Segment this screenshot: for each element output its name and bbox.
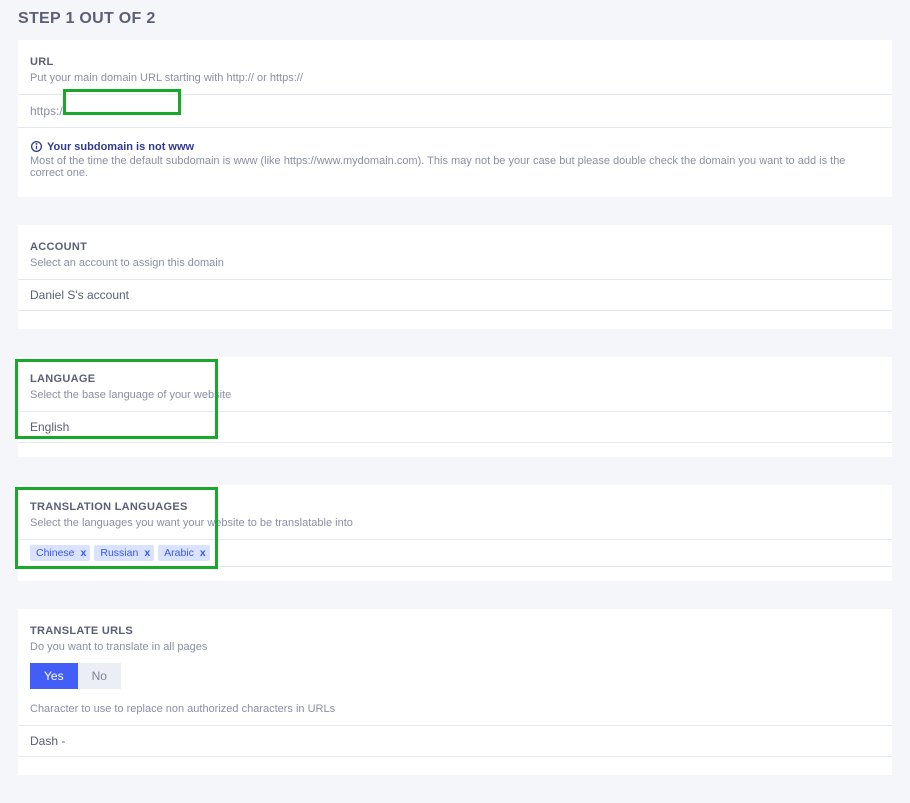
translate-urls-label: TRANSLATE URLS — [18, 625, 892, 637]
account-select[interactable]: Daniel S's account — [18, 279, 892, 311]
language-label: LANGUAGE — [18, 373, 892, 385]
account-label: ACCOUNT — [18, 241, 892, 253]
info-icon — [30, 140, 43, 153]
url-info-text: Most of the time the default subdomain i… — [18, 153, 892, 179]
url-label: URL — [18, 56, 892, 68]
url-section: URL Put your main domain URL starting wi… — [18, 40, 892, 197]
language-chip[interactable]: Chinese x — [30, 545, 90, 561]
language-chip-label: Chinese — [36, 547, 75, 559]
url-char-desc: Character to use to replace non authoriz… — [18, 703, 892, 725]
page-title: STEP 1 OUT OF 2 — [0, 0, 910, 40]
translate-urls-yes-button[interactable]: Yes — [30, 663, 78, 689]
url-input-row[interactable]: https:// — [18, 94, 892, 128]
url-prefix: https:// — [30, 104, 66, 118]
language-chip[interactable]: Russian x — [94, 545, 154, 561]
close-icon[interactable]: x — [81, 547, 87, 559]
language-chip-label: Russian — [100, 547, 138, 559]
url-input[interactable] — [68, 103, 880, 119]
account-desc: Select an account to assign this domain — [18, 253, 892, 279]
url-info-bold: Your subdomain is not www — [47, 141, 194, 153]
language-desc: Select the base language of your website — [18, 385, 892, 411]
translation-label: TRANSLATION LANGUAGES — [18, 501, 892, 513]
url-desc: Put your main domain URL starting with h… — [18, 68, 892, 94]
language-chip[interactable]: Arabicx — [158, 545, 210, 561]
translate-urls-no-button[interactable]: No — [78, 663, 121, 689]
text-cursor — [216, 546, 217, 560]
language-section: LANGUAGE Select the base language of you… — [18, 357, 892, 457]
translate-urls-desc: Do you want to translate in all pages — [18, 637, 892, 663]
language-chip-label: Arabic — [164, 547, 194, 559]
account-section: ACCOUNT Select an account to assign this… — [18, 225, 892, 329]
close-icon[interactable]: x — [144, 547, 150, 559]
translation-chip-input[interactable]: ChinesexRussianxArabicx — [18, 539, 892, 567]
translation-section: TRANSLATION LANGUAGES Select the languag… — [18, 485, 892, 581]
language-select[interactable]: English — [18, 411, 892, 443]
translate-urls-section: TRANSLATE URLS Do you want to translate … — [18, 609, 892, 775]
url-char-select[interactable]: Dash - — [18, 725, 892, 757]
translation-desc: Select the languages you want your websi… — [18, 513, 892, 539]
close-icon[interactable]: x — [200, 547, 206, 559]
